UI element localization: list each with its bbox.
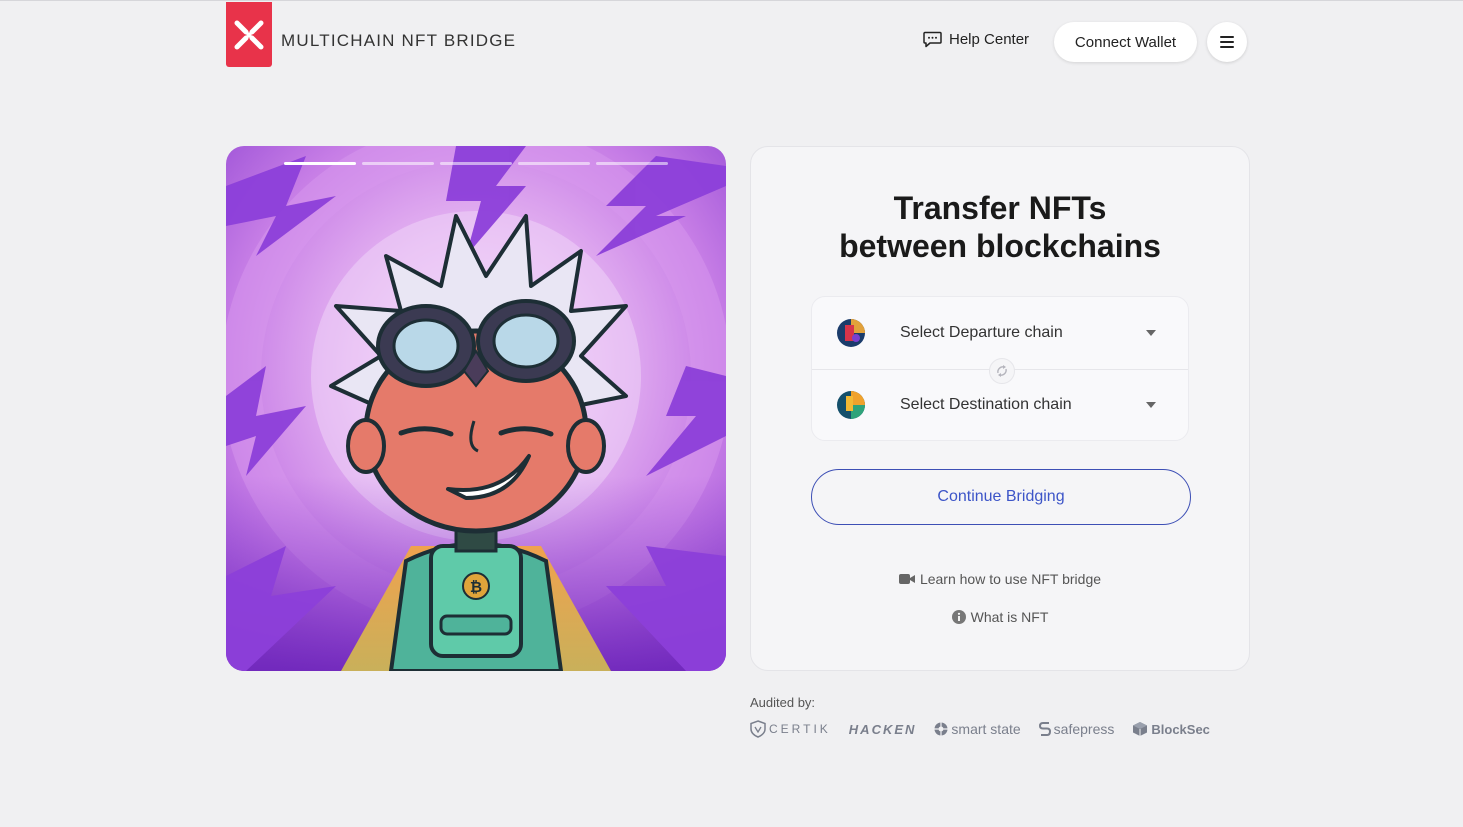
departure-chain-label: Select Departure chain	[900, 324, 1063, 341]
transfer-title: Transfer NFTs between blockchains	[751, 189, 1249, 265]
nft-character-illustration: ₿	[226, 146, 726, 671]
auditor-blocksec[interactable]: BlockSec	[1132, 721, 1210, 737]
transfer-title-line2: between blockchains	[839, 228, 1161, 264]
svg-text:₿: ₿	[470, 578, 482, 596]
auditor-logos: CERTIK HACKEN smart state safepress Bloc…	[750, 719, 1210, 739]
brand-x-icon	[234, 20, 264, 49]
swap-icon	[997, 365, 1007, 377]
slide-progress-segment[interactable]	[284, 162, 356, 165]
slide-progress-segment[interactable]	[362, 162, 434, 165]
chain-selector: Select Departure chain Select Destinatio…	[811, 296, 1189, 441]
audited-by-label: Audited by:	[750, 695, 816, 710]
slide-progress-segment[interactable]	[440, 162, 512, 165]
safepress-s-icon	[1038, 722, 1051, 736]
auditor-hacken-label: HACKEN	[848, 721, 917, 737]
hamburger-icon	[1220, 36, 1234, 48]
smart-state-icon	[934, 722, 948, 736]
menu-button[interactable]	[1207, 22, 1247, 62]
video-camera-icon	[898, 574, 915, 584]
nft-showcase-slider[interactable]: ₿	[226, 146, 726, 671]
slide-progress	[284, 162, 668, 165]
help-center-label: Help Center	[949, 31, 1030, 48]
chat-bubble-icon	[923, 31, 942, 48]
destination-chain-label: Select Destination chain	[900, 396, 1072, 413]
info-icon	[951, 610, 966, 624]
brand-logo[interactable]	[226, 2, 272, 67]
help-center-link[interactable]: Help Center	[923, 31, 1029, 48]
certik-shield-icon	[750, 720, 766, 738]
chevron-down-icon	[1146, 330, 1156, 336]
continue-bridging-button[interactable]: Continue Bridging	[811, 469, 1191, 525]
slide-progress-segment[interactable]	[518, 162, 590, 165]
slide-progress-segment[interactable]	[596, 162, 668, 165]
brand-name: MULTICHAIN NFT BRIDGE	[281, 31, 517, 50]
auditor-certik-label: CERTIK	[769, 722, 831, 736]
destination-chain-icon	[837, 391, 865, 419]
transfer-title-line1: Transfer NFTs	[893, 190, 1107, 226]
auditor-smart-state-label: smart state	[951, 721, 1021, 737]
what-is-nft-label: What is NFT	[970, 609, 1049, 625]
blocksec-cube-icon	[1133, 722, 1148, 736]
connect-wallet-button[interactable]: Connect Wallet	[1054, 22, 1197, 62]
auditor-safepress-label: safepress	[1053, 721, 1115, 737]
learn-nft-bridge-label: Learn how to use NFT bridge	[919, 571, 1102, 587]
swap-chains-button[interactable]	[989, 358, 1015, 384]
what-is-nft-link[interactable]: What is NFT	[751, 609, 1249, 625]
chevron-down-icon	[1146, 402, 1156, 408]
learn-nft-bridge-link[interactable]: Learn how to use NFT bridge	[751, 571, 1249, 587]
auditor-hacken[interactable]: HACKEN	[849, 722, 917, 737]
auditor-smart-state[interactable]: smart state	[934, 721, 1021, 737]
departure-chain-icon	[837, 319, 865, 347]
transfer-card: Transfer NFTs between blockchains Select…	[750, 146, 1250, 671]
auditor-safepress[interactable]: safepress	[1038, 721, 1115, 737]
auditor-certik[interactable]: CERTIK	[750, 720, 831, 738]
auditor-blocksec-label: BlockSec	[1151, 721, 1210, 737]
